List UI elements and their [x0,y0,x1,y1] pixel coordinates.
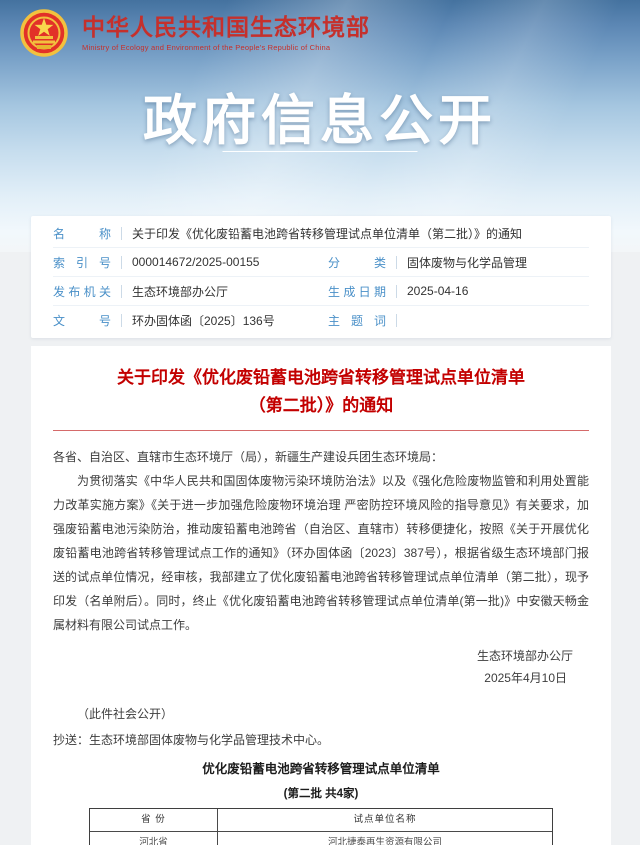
attachment-table: 省 份试点单位名称河北省河北捷泰再生资源有限公司安徽省安徽鲁控环保有限公司湖南省… [89,808,553,845]
meta-separator [396,314,397,327]
meta-row: 发布机关 生态环境部办公厅生成日期 2025-04-16 [53,277,589,306]
column-header-province: 省 份 [90,809,218,831]
meta-separator [396,285,397,298]
meta-row: 名 称 关于印发《优化废铅蓄电池跨省转移管理试点单位清单（第二批）》的通知 [53,219,589,248]
page: 中华人民共和国生态环境部 Ministry of Ecology and Env… [0,0,640,845]
meta-value: 固体废物与化学品管理 [407,254,589,271]
meta-separator [396,256,397,269]
ministry-name-block: 中华人民共和国生态环境部 Ministry of Ecology and Env… [82,14,370,52]
company-cell: 河北捷泰再生资源有限公司 [218,832,552,845]
meta-label: 生成日期 [328,283,386,300]
meta-label: 名 称 [53,225,111,242]
cc-line: 抄送：生态环境部固体废物与化学品管理技术中心。 [53,731,589,748]
document-body: 各省、自治区、直辖市生态环境厅（局），新疆生产建设兵团生态环境局： 为贯彻落实《… [53,445,589,637]
meta-value: 生态环境部办公厅 [132,283,318,300]
meta-value: 环办固体函〔2025〕136号 [132,312,318,329]
meta-separator [121,256,122,269]
ministry-name-en: Ministry of Ecology and Environment of t… [82,43,370,52]
province-cell: 河北省 [90,832,218,845]
signature-date: 2025年4月10日 [53,667,589,689]
page-title: 政府信息公开 [0,76,640,155]
meta-label: 发布机关 [53,283,111,300]
ministry-brand[interactable]: 中华人民共和国生态环境部 Ministry of Ecology and Env… [20,9,370,57]
meta-label: 主 题 词 [328,312,386,329]
meta-row: 文 号 环办固体函〔2025〕136号主 题 词 [53,306,589,334]
header-banner: 中华人民共和国生态环境部 Ministry of Ecology and Env… [0,0,640,252]
meta-table: 名 称 关于印发《优化废铅蓄电池跨省转移管理试点单位清单（第二批）》的通知索 引 … [53,219,589,334]
title-rule [53,430,589,431]
ministry-name-cn: 中华人民共和国生态环境部 [82,14,370,41]
attachment-table-zone: 省 份试点单位名称河北省河北捷泰再生资源有限公司安徽省安徽鲁控环保有限公司湖南省… [89,808,553,845]
meta-label: 索 引 号 [53,254,111,271]
salutation: 各省、自治区、直辖市生态环境厅（局），新疆生产建设兵团生态环境局： [53,445,589,469]
signature-org: 生态环境部办公厅 [53,645,589,667]
metadata-card: 名 称 关于印发《优化废铅蓄电池跨省转移管理试点单位清单（第二批）》的通知索 引 … [31,216,611,338]
title-underline [223,151,418,152]
meta-value: 000014672/2025-00155 [132,255,318,269]
national-emblem-icon [20,9,68,57]
public-disclosure-note: （此件社会公开） [53,705,589,722]
meta-separator [121,314,122,327]
column-header-unit-name: 试点单位名称 [218,809,552,831]
document-title: 关于印发《优化废铅蓄电池跨省转移管理试点单位清单（第二批）》的通知 [53,364,589,420]
meta-row: 索 引 号 000014672/2025-00155 分 类 固体废物与化学品管理 [53,248,589,277]
meta-value: 关于印发《优化废铅蓄电池跨省转移管理试点单位清单（第二批）》的通知 [132,225,589,242]
meta-separator [121,227,122,240]
document-card: 关于印发《优化废铅蓄电池跨省转移管理试点单位清单（第二批）》的通知 各省、自治区… [31,346,611,845]
meta-value: 2025-04-16 [407,284,589,298]
attachment-header-row: 省 份试点单位名称 [90,809,552,831]
attachment-subtitle: (第二批 共4家) [53,785,589,801]
meta-separator [121,285,122,298]
body-paragraph: 为贯彻落实《中华人民共和国固体废物污染环境防治法》以及《强化危险废物监管和利用处… [53,469,589,637]
meta-label: 分 类 [328,254,386,271]
table-row: 河北省河北捷泰再生资源有限公司 [90,831,552,845]
attachment-title: 优化废铅蓄电池跨省转移管理试点单位清单 [53,758,589,777]
meta-label: 文 号 [53,312,111,329]
